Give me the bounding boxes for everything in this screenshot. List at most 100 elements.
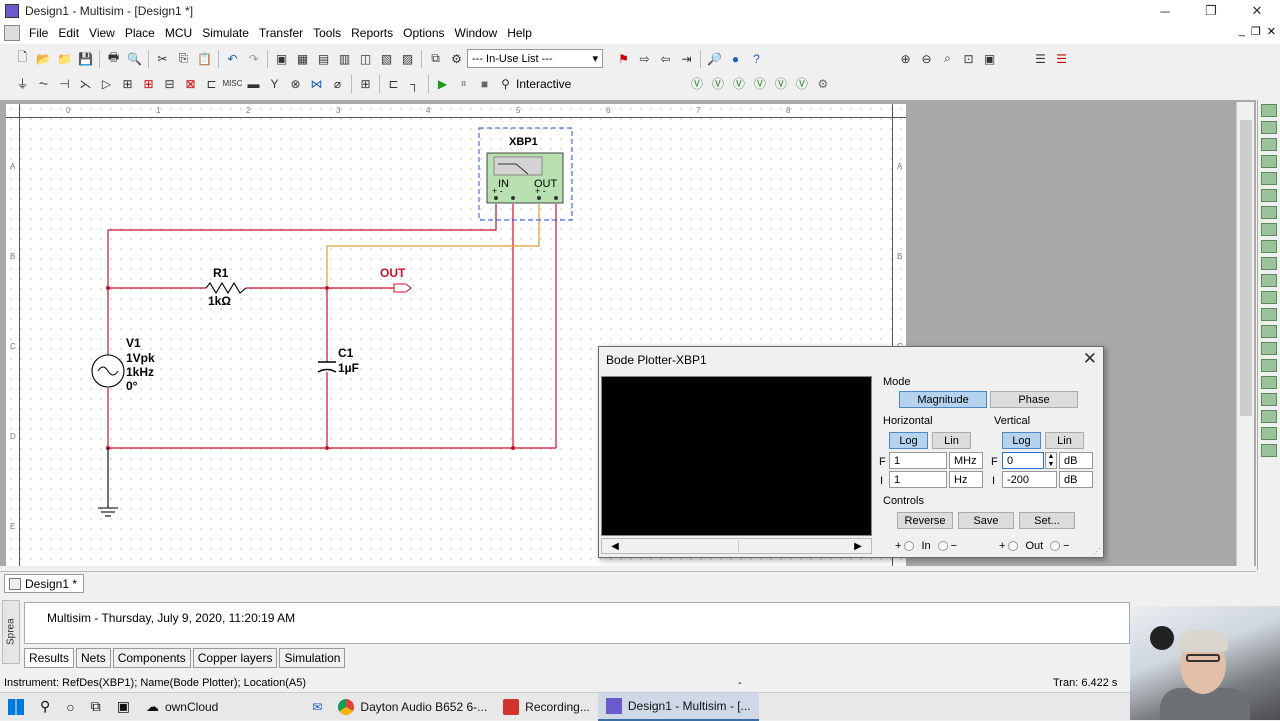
spreadsheet-view-icon[interactable]: ▦ (294, 50, 312, 68)
probe-digital-icon[interactable]: Ⓥ (793, 75, 811, 93)
erc-icon[interactable]: ⚑ (615, 50, 633, 68)
redo-icon[interactable]: ↷ (245, 50, 263, 68)
out-minus-terminal[interactable] (1050, 541, 1061, 551)
tab-copper-layers[interactable]: Copper layers (192, 648, 278, 668)
doc-restore-button[interactable]: ❐ (1251, 25, 1261, 38)
copy-icon[interactable]: ⎘ (175, 50, 193, 68)
zoom-sheet-icon[interactable]: ⊡ (960, 50, 978, 68)
restore-button[interactable]: ❐ (1188, 0, 1234, 22)
word-generator-icon[interactable] (1261, 223, 1277, 236)
hierarchical-block-icon[interactable]: ⊏ (385, 75, 403, 93)
open-sample-icon[interactable]: 📁 (56, 50, 74, 68)
menu-options[interactable]: Options (398, 26, 449, 40)
in-plus-terminal[interactable] (904, 541, 915, 551)
tab-results[interactable]: Results (24, 648, 75, 668)
electromechanical-icon[interactable]: ⊗ (287, 75, 305, 93)
menu-help[interactable]: Help (502, 26, 537, 40)
mixed-icon[interactable]: ⊟ (161, 75, 179, 93)
bode-close-button[interactable]: ✕ (1083, 349, 1097, 369)
design-toolbox-icon[interactable]: ▣ (273, 50, 291, 68)
reverse-button[interactable]: Reverse (897, 512, 953, 529)
vertical-final-input[interactable]: 0 (1002, 452, 1044, 469)
tab-design1[interactable]: Design1 * (4, 574, 85, 593)
zoom-area-icon[interactable]: ⌕ (939, 50, 957, 68)
postprocessor-icon[interactable]: ▧ (378, 50, 396, 68)
tab-simulation[interactable]: Simulation (279, 648, 346, 668)
description-box-icon[interactable]: ▨ (399, 50, 417, 68)
antenna-icon[interactable]: Y (266, 75, 284, 93)
horizontal-initial-input[interactable]: 1 (889, 471, 947, 488)
connector-icon[interactable]: ⌀ (329, 75, 347, 93)
set-button[interactable]: Set... (1019, 512, 1075, 529)
help-icon[interactable]: ? (748, 50, 766, 68)
undo-icon[interactable]: ↶ (224, 50, 242, 68)
taskbar-recording[interactable]: Recording... (495, 693, 598, 721)
out-connector[interactable] (393, 283, 412, 293)
bode-cursor-scrollbar[interactable]: ◀ ▶ (601, 538, 872, 554)
analog-icon[interactable]: ▷ (98, 75, 116, 93)
probe-diff-icon[interactable]: Ⓥ (751, 75, 769, 93)
tektronix-oscilloscope-icon[interactable] (1261, 393, 1277, 406)
mcu-icon[interactable]: ⊞ (357, 75, 375, 93)
taskbar-mail[interactable]: ✉ (304, 693, 330, 721)
cursor-right-arrow-icon[interactable]: ▶ (845, 539, 871, 553)
zoom-in-icon[interactable]: ⊕ (897, 50, 915, 68)
search-button[interactable]: ⚲ (32, 693, 58, 721)
photos-button[interactable]: ▣ (109, 693, 138, 721)
ground-symbol[interactable] (98, 448, 118, 517)
tab-nets[interactable]: Nets (76, 648, 111, 668)
tab-components[interactable]: Components (112, 648, 191, 668)
bus-icon[interactable]: ┐ (406, 75, 424, 93)
c1-capacitor[interactable] (317, 361, 337, 373)
doc-close-button[interactable]: ✕ (1267, 25, 1276, 38)
resize-grip-icon[interactable]: ⋰ (1093, 547, 1101, 556)
agilent-generator-icon[interactable] (1261, 342, 1277, 355)
stop-icon[interactable]: ■ (476, 75, 494, 93)
v1-source[interactable] (91, 354, 125, 388)
electrical-rules-icon[interactable]: ⧉ (427, 50, 445, 68)
magnitude-button[interactable]: Magnitude (899, 391, 987, 408)
taskbar-multisim[interactable]: Design1 - Multisim - [... (597, 692, 759, 721)
menu-tools[interactable]: Tools (308, 26, 346, 40)
phase-button[interactable]: Phase (990, 391, 1078, 408)
start-button[interactable] (0, 693, 32, 721)
education-icon[interactable]: ● (727, 50, 745, 68)
taskbar-owncloud[interactable]: ☁ ownCloud (138, 693, 226, 721)
menu-edit[interactable]: Edit (53, 26, 84, 40)
cursor-left-arrow-icon[interactable]: ◀ (602, 539, 628, 553)
horizontal-final-unit[interactable]: MHz (949, 452, 983, 469)
distortion-analyzer-icon[interactable] (1261, 291, 1277, 304)
rf-icon[interactable]: ▬ (245, 75, 263, 93)
bode-plot-display[interactable] (601, 376, 872, 536)
probe-voltage-icon[interactable]: Ⓥ (688, 75, 706, 93)
transfer-to-ultiboard-icon[interactable]: ⇨ (636, 50, 654, 68)
network-analyzer-icon[interactable] (1261, 325, 1277, 338)
menu-transfer[interactable]: Transfer (254, 26, 308, 40)
zoom-out-icon[interactable]: ⊖ (918, 50, 936, 68)
menu-mcu[interactable]: MCU (160, 26, 197, 40)
probe-current-icon[interactable]: Ⓥ (709, 75, 727, 93)
agilent-oscilloscope-icon[interactable] (1261, 376, 1277, 389)
iv-analyzer-icon[interactable] (1261, 274, 1277, 287)
vertical-initial-unit[interactable]: dB (1059, 471, 1093, 488)
scrollbar-thumb[interactable] (1240, 120, 1252, 416)
interactive-label[interactable]: Interactive (516, 77, 571, 91)
horizontal-lin-button[interactable]: Lin (932, 432, 971, 449)
vertical-log-button[interactable]: Log (1002, 432, 1041, 449)
grid-options-icon[interactable]: ☰ (1053, 50, 1071, 68)
menu-place[interactable]: Place (120, 26, 160, 40)
power-icon[interactable]: MISC (223, 75, 243, 93)
save-icon[interactable]: 💾 (77, 50, 95, 68)
diode-icon[interactable]: ⊣ (56, 75, 74, 93)
out-plus-terminal[interactable] (1008, 541, 1019, 551)
basic-icon[interactable]: ⏦ (35, 75, 53, 93)
vertical-initial-input[interactable]: -200 (1002, 471, 1057, 488)
close-button[interactable]: ✕ (1234, 0, 1280, 22)
menu-view[interactable]: View (84, 26, 120, 40)
menu-window[interactable]: Window (450, 26, 503, 40)
minimize-button[interactable]: ─ (1142, 0, 1188, 22)
wattmeter-icon[interactable] (1261, 138, 1277, 151)
bode-plotter-icon[interactable] (1261, 189, 1277, 202)
ni-elvis-icon[interactable] (1261, 427, 1277, 440)
vertical-scrollbar[interactable] (1236, 102, 1254, 566)
